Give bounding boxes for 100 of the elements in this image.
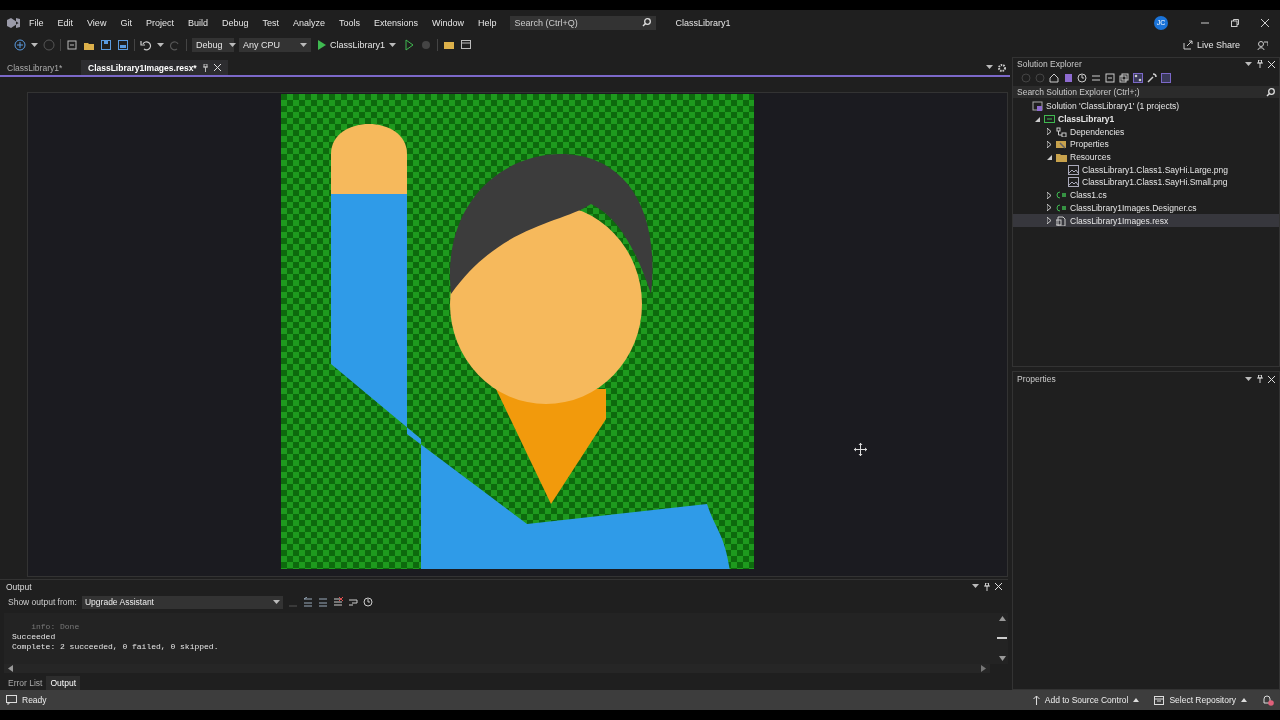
close-icon[interactable]	[1260, 17, 1270, 28]
menu-item[interactable]: Tools	[332, 14, 368, 31]
close-icon[interactable]	[995, 583, 1002, 591]
start-button[interactable]: ClassLibrary1	[316, 40, 399, 50]
home-icon[interactable]	[1049, 73, 1059, 83]
caret-icon	[157, 42, 164, 48]
status-text: Ready	[22, 695, 47, 705]
dropdown[interactable]: Any CPU	[239, 38, 311, 52]
window-title: ClassLibrary1	[675, 17, 731, 28]
sync-icon[interactable]	[1091, 73, 1101, 83]
status-icon	[6, 695, 17, 705]
tree-item[interactable]: Dependencies	[1013, 125, 1279, 139]
scroll-thumb-icon[interactable]	[997, 637, 1007, 641]
caret-icon	[228, 42, 236, 48]
new-project-icon[interactable]	[66, 39, 78, 51]
scroll-right-icon[interactable]	[981, 665, 986, 673]
pin-icon[interactable]	[984, 582, 990, 591]
output-line: Succeeded	[12, 632, 57, 643]
share-icon	[1182, 40, 1193, 50]
search-icon	[641, 18, 651, 27]
close-icon[interactable]	[213, 64, 221, 71]
menu-item[interactable]: Extensions	[367, 14, 426, 31]
menu-item[interactable]: Git	[113, 14, 139, 31]
menu-item[interactable]: View	[80, 14, 114, 31]
panel-tab[interactable]: Output	[46, 676, 80, 690]
filter-icon[interactable]	[1133, 73, 1143, 83]
caret-icon	[1133, 698, 1140, 702]
pin-icon[interactable]	[201, 63, 209, 72]
caret-icon	[389, 42, 397, 48]
next-message-icon[interactable]	[318, 597, 328, 608]
pin-icon[interactable]	[1257, 375, 1263, 383]
tree-item[interactable]: ClassLibrary1.Class1.SayHi.Large.png	[1013, 163, 1279, 177]
tree-item[interactable]: ClassLibrary1.Class1.SayHi.Small.png	[1013, 176, 1279, 189]
search-icon	[1266, 87, 1275, 97]
save-icon[interactable]	[100, 39, 112, 51]
tree-item[interactable]: Resources	[1013, 150, 1279, 164]
output-source-dropdown[interactable]: Upgrade Assistant	[82, 595, 283, 609]
panel-tab[interactable]: Error List	[4, 676, 47, 690]
restore-icon[interactable]	[1230, 17, 1240, 28]
menu-item[interactable]: Test	[255, 14, 286, 31]
menu-item[interactable]: Debug	[214, 14, 256, 31]
csharp-file-icon	[1056, 202, 1067, 213]
wrench-folder-icon	[1056, 139, 1067, 150]
copy-icon[interactable]	[1119, 73, 1129, 83]
expanded-arrow-icon[interactable]	[1046, 154, 1052, 160]
pin-icon[interactable]	[1257, 60, 1263, 68]
panel-title: Output	[6, 581, 32, 592]
tree-item[interactable]: Class1.cs	[1013, 188, 1279, 202]
wrench-icon[interactable]	[1147, 73, 1157, 83]
dropdown[interactable]: Debug	[192, 38, 234, 52]
undo-icon[interactable]	[140, 39, 152, 51]
app-logo-icon	[6, 16, 22, 29]
search-field[interactable]: Search Solution Explorer (Ctrl+;)	[1013, 86, 1279, 98]
collapse-all-icon[interactable]	[1105, 73, 1115, 83]
add-to-source-control-button[interactable]: Add to Source Control	[1032, 695, 1140, 705]
tree-item[interactable]: ClassLibrary1	[1013, 112, 1279, 126]
tree-item[interactable]: Properties	[1013, 138, 1279, 151]
menu-item[interactable]: File	[22, 14, 51, 31]
notification-icon[interactable]	[1262, 694, 1274, 706]
caret-icon	[972, 584, 979, 590]
menu-item[interactable]: Build	[180, 14, 215, 31]
resource-file-icon	[1056, 215, 1067, 226]
image-file-icon	[1068, 164, 1079, 175]
word-wrap-icon[interactable]	[348, 597, 358, 608]
window-layout-icon[interactable]	[460, 39, 473, 51]
menu-item[interactable]: Analyze	[286, 14, 332, 31]
menu-item[interactable]: Window	[425, 14, 472, 31]
live-share-button[interactable]: Live Share	[1182, 40, 1240, 50]
folder-icon[interactable]	[443, 39, 456, 51]
history-icon[interactable]	[1077, 73, 1087, 83]
switch-views-icon[interactable]	[1063, 73, 1073, 83]
save-all-icon[interactable]	[117, 39, 129, 51]
feedback-icon[interactable]	[1257, 39, 1268, 51]
clear-all-icon[interactable]	[333, 597, 343, 608]
settings-icon[interactable]	[998, 63, 1006, 72]
menu-item[interactable]: Help	[471, 14, 504, 31]
start-without-debugging-icon[interactable]	[403, 39, 416, 51]
select-repository-button[interactable]: Select Repository	[1154, 695, 1247, 705]
menu-item[interactable]: Project	[138, 14, 181, 31]
csharp-file-icon	[1056, 190, 1067, 201]
preview-icon[interactable]	[1161, 73, 1171, 83]
tree-item[interactable]: ClassLibrary1Images.Designer.cs	[1013, 201, 1279, 215]
editor-tab[interactable]: ClassLibrary1*	[0, 60, 81, 75]
tree-item[interactable]: Solution 'ClassLibrary1' (1 projects)	[1013, 100, 1279, 113]
output-line: Complete: 2 succeeded, 0 failed, 0 skipped.	[12, 642, 220, 653]
play-icon	[318, 40, 326, 50]
tree-item[interactable]: ClassLibrary1Images.resx	[1013, 214, 1279, 227]
scroll-down-icon[interactable]	[998, 656, 1006, 662]
close-icon[interactable]	[1268, 60, 1275, 68]
back-icon[interactable]	[14, 39, 26, 51]
clock-icon[interactable]	[363, 597, 373, 608]
search-field[interactable]: Search (Ctrl+Q)	[509, 15, 656, 30]
dependencies-icon	[1056, 126, 1067, 137]
expanded-arrow-icon[interactable]	[1034, 116, 1040, 122]
scroll-left-icon[interactable]	[8, 665, 13, 673]
scroll-up-icon[interactable]	[998, 616, 1006, 622]
previous-message-icon[interactable]	[303, 597, 313, 608]
editor-tab[interactable]: ClassLibrary1Images.resx*	[81, 60, 228, 75]
close-icon[interactable]	[1268, 375, 1275, 383]
menu-item[interactable]: Edit	[50, 14, 81, 31]
